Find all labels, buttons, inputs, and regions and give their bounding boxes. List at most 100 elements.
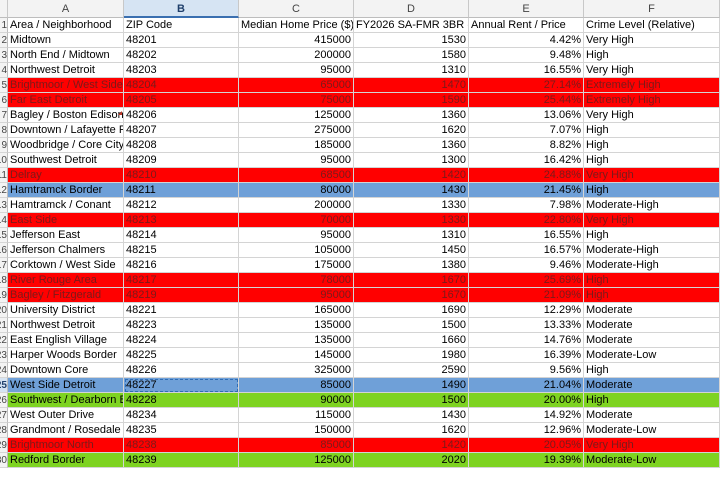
cell-e[interactable]: 22.80% [469, 213, 584, 228]
cell-e[interactable]: 19.39% [469, 453, 584, 468]
cell-b[interactable]: 48209 [124, 153, 239, 168]
cell-a[interactable]: Downtown / Lafayette P [8, 123, 124, 138]
cell-a[interactable]: Corktown / West Side [8, 258, 124, 273]
cell-d[interactable]: 1380 [354, 258, 469, 273]
cell-b[interactable]: 48204 [124, 78, 239, 93]
cell-b[interactable]: 48203 [124, 63, 239, 78]
cell-f[interactable]: Moderate [584, 408, 720, 423]
cell-f[interactable]: Extremely High [584, 93, 720, 108]
cell-a[interactable]: Jefferson East [8, 228, 124, 243]
cell-e[interactable]: 21.45% [469, 183, 584, 198]
cell-b[interactable]: 48208 [124, 138, 239, 153]
cell-e[interactable]: 21.04% [469, 378, 584, 393]
cell-e[interactable]: 13.33% [469, 318, 584, 333]
cell-d[interactable]: 1620 [354, 423, 469, 438]
cell-c[interactable]: 85000 [239, 378, 354, 393]
cell-d[interactable]: 1430 [354, 183, 469, 198]
cell-c[interactable]: 125000 [239, 453, 354, 468]
cell-b[interactable]: 48201 [124, 33, 239, 48]
cell-b[interactable]: 48212 [124, 198, 239, 213]
cell-c[interactable]: 200000 [239, 198, 354, 213]
cell-e[interactable]: 9.46% [469, 258, 584, 273]
cell-c[interactable]: 415000 [239, 33, 354, 48]
cell-b[interactable]: 48235 [124, 423, 239, 438]
cell-b[interactable]: 48228 [124, 393, 239, 408]
cell-c[interactable]: 85000 [239, 438, 354, 453]
row-header[interactable]: 6 [0, 93, 8, 108]
cell-c[interactable]: 175000 [239, 258, 354, 273]
cell-a[interactable]: River Rouge Area [8, 273, 124, 288]
cell-c[interactable]: 135000 [239, 318, 354, 333]
cell-d[interactable]: 1590 [354, 93, 469, 108]
cell-f[interactable]: Moderate-Low [584, 348, 720, 363]
row-header[interactable]: 3 [0, 48, 8, 63]
cell-c[interactable]: 78000 [239, 273, 354, 288]
cell-d[interactable]: 1330 [354, 198, 469, 213]
cell-d[interactable]: 1530 [354, 33, 469, 48]
row-header[interactable]: 15 [0, 228, 8, 243]
column-header-e[interactable]: E [469, 0, 584, 18]
cell-a[interactable]: Midtown [8, 33, 124, 48]
cell-e[interactable]: 25.69% [469, 273, 584, 288]
row-header[interactable]: 17 [0, 258, 8, 273]
cell-f[interactable]: High [584, 183, 720, 198]
cell-d[interactable]: 1450 [354, 243, 469, 258]
cell-f[interactable]: Moderate [584, 333, 720, 348]
cell-f[interactable]: High [584, 273, 720, 288]
cell-a[interactable]: Brightmoor North [8, 438, 124, 453]
cell-c[interactable]: 150000 [239, 423, 354, 438]
cell-b[interactable]: 48219 [124, 288, 239, 303]
cell-c[interactable]: 145000 [239, 348, 354, 363]
cell-a[interactable]: Brightmoor / West Side [8, 78, 124, 93]
row-header[interactable]: 8 [0, 123, 8, 138]
row-header[interactable]: 4 [0, 63, 8, 78]
cell-a[interactable]: Northwest Detroit [8, 63, 124, 78]
row-header[interactable]: 12 [0, 183, 8, 198]
column-header-b[interactable]: B [124, 0, 239, 18]
cell-f[interactable]: Very High [584, 108, 720, 123]
cell-a[interactable]: Bagley / Fitzgerald [8, 288, 124, 303]
cell-d[interactable]: 1500 [354, 393, 469, 408]
cell-c[interactable]: 165000 [239, 303, 354, 318]
cell-d[interactable]: 1360 [354, 138, 469, 153]
cell-b[interactable]: 48207 [124, 123, 239, 138]
cell-c[interactable]: 95000 [239, 228, 354, 243]
cell-e[interactable]: 16.57% [469, 243, 584, 258]
cell-a[interactable]: Hamtramck / Conant [8, 198, 124, 213]
cell-f[interactable]: Extremely High [584, 78, 720, 93]
cell-c[interactable]: 105000 [239, 243, 354, 258]
cell-d[interactable]: 1310 [354, 63, 469, 78]
cell-f[interactable]: Very High [584, 63, 720, 78]
cell-d[interactable]: 1430 [354, 408, 469, 423]
header-cell-c[interactable]: Median Home Price ($) [239, 18, 354, 33]
cell-e[interactable]: 12.29% [469, 303, 584, 318]
cell-d[interactable]: 1500 [354, 318, 469, 333]
cell-c[interactable]: 65000 [239, 78, 354, 93]
cell-d[interactable]: 1490 [354, 378, 469, 393]
cell-d[interactable]: 1690 [354, 303, 469, 318]
cell-f[interactable]: Moderate [584, 318, 720, 333]
cell-a[interactable]: Far East Detroit [8, 93, 124, 108]
cell-e[interactable]: 8.82% [469, 138, 584, 153]
row-header[interactable]: 9 [0, 138, 8, 153]
cell-b[interactable]: 48217 [124, 273, 239, 288]
cell-a[interactable]: Delray [8, 168, 124, 183]
cell-e[interactable]: 24.88% [469, 168, 584, 183]
row-header[interactable]: 1 [0, 18, 8, 33]
cell-f[interactable]: High [584, 123, 720, 138]
cell-c[interactable]: 95000 [239, 288, 354, 303]
row-header[interactable]: 19 [0, 288, 8, 303]
row-header[interactable]: 20 [0, 303, 8, 318]
cell-e[interactable]: 20.00% [469, 393, 584, 408]
row-header[interactable]: 30 [0, 453, 8, 468]
cell-c[interactable]: 325000 [239, 363, 354, 378]
cell-c[interactable]: 115000 [239, 408, 354, 423]
cell-f[interactable]: Moderate-Low [584, 453, 720, 468]
cell-f[interactable]: High [584, 153, 720, 168]
cell-c[interactable]: 95000 [239, 153, 354, 168]
header-cell-d[interactable]: FY2026 SA-FMR 3BR ($) [354, 18, 469, 33]
cell-d[interactable]: 1330 [354, 213, 469, 228]
cell-f[interactable]: Very High [584, 168, 720, 183]
cell-f[interactable]: High [584, 48, 720, 63]
cell-a[interactable]: Southwest Detroit [8, 153, 124, 168]
